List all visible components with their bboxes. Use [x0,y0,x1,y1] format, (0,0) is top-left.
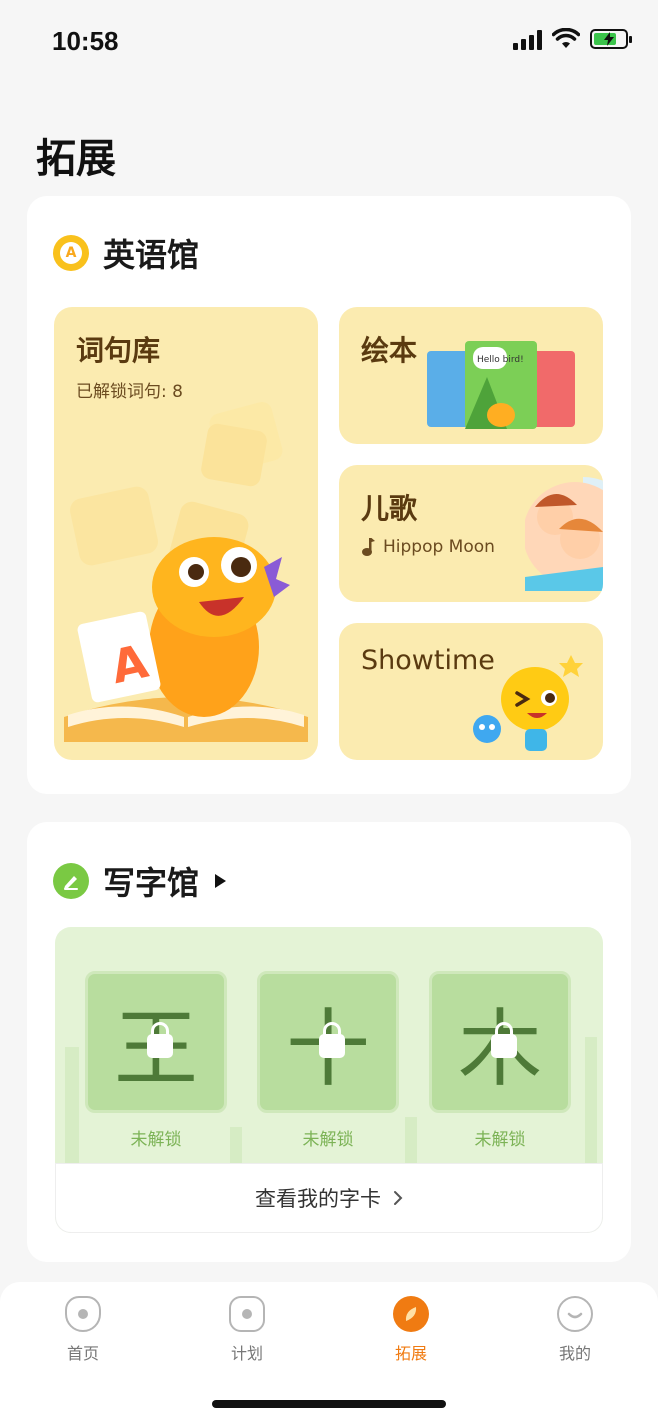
status-icons [513,28,632,50]
picture-book-tile[interactable]: 绘本 Hello bird! [339,307,603,444]
writing-hall-header[interactable]: 写字馆 [53,858,227,904]
english-hall-header: A 英语馆 [53,230,199,276]
cellular-signal-icon [513,28,542,50]
wifi-icon [552,28,580,48]
tab-explore[interactable]: 拓展 [366,1296,456,1364]
nursery-rhyme-song: Hippop Moon [383,537,495,557]
phrasebank-tile[interactable]: 词句库 已解锁词句: 8 A [54,307,318,760]
page-title: 拓展 [36,136,116,182]
plan-icon [229,1296,265,1332]
view-my-cards-label: 查看我的字卡 [255,1187,381,1211]
character-card-panel: 王 未解锁 十 未解锁 木 未解锁 查看我的字卡 [55,927,603,1233]
lock-icon [147,1022,173,1058]
pencil-badge-icon [53,863,89,899]
rhyme-cover-illustration [525,477,603,591]
lock-icon [491,1022,517,1058]
tab-home[interactable]: 首页 [38,1296,128,1364]
status-time: 10:58 [52,26,119,56]
tab-explore-label: 拓展 [394,1344,427,1363]
character-status: 未解锁 [302,1130,354,1150]
tab-home-label: 首页 [66,1344,99,1363]
music-note-icon [362,538,375,556]
english-hall-card: A 英语馆 词句库 已解锁词句: 8 A 绘本 Hello bird! 儿歌 H… [27,196,631,794]
expand-triangle-icon [215,874,227,888]
explore-icon [393,1296,429,1332]
tab-plan[interactable]: 计划 [202,1296,292,1364]
showtime-tile[interactable]: Showtime [339,623,603,760]
character-card-1[interactable]: 王 [85,971,227,1113]
status-bar: 10:58 [0,0,658,80]
book-bubble-text: Hello bird! [477,355,524,365]
view-my-cards-button[interactable]: 查看我的字卡 [55,1163,603,1233]
tab-profile[interactable]: 我的 [530,1296,620,1364]
english-hall-title: 英语馆 [103,236,200,274]
picture-book-title: 绘本 [361,334,418,367]
battery-icon [590,29,632,49]
character-status: 未解锁 [474,1130,526,1150]
tab-plan-label: 计划 [230,1344,263,1363]
home-indicator [212,1400,446,1408]
character-status: 未解锁 [130,1130,182,1150]
tab-profile-label: 我的 [558,1344,591,1363]
writing-hall-title: 写字馆 [103,864,200,902]
microphone-mascot-illustration [473,655,583,751]
english-badge-icon: A [53,235,89,271]
home-icon [65,1296,101,1332]
writing-hall-card: 写字馆 王 未解锁 十 未解锁 木 未解锁 查看我的字卡 [27,822,631,1262]
character-card-3[interactable]: 木 [429,971,571,1113]
nursery-rhyme-tile[interactable]: 儿歌 Hippop Moon [339,465,603,602]
nursery-rhyme-title: 儿歌 [361,492,418,525]
profile-icon [557,1296,593,1332]
chevron-right-icon [394,1191,403,1205]
phrasebank-title: 词句库 [76,334,161,367]
character-card-2[interactable]: 十 [257,971,399,1113]
dinosaur-illustration: A [64,401,308,742]
books-illustration: Hello bird! [427,341,575,429]
lock-icon [319,1022,345,1058]
